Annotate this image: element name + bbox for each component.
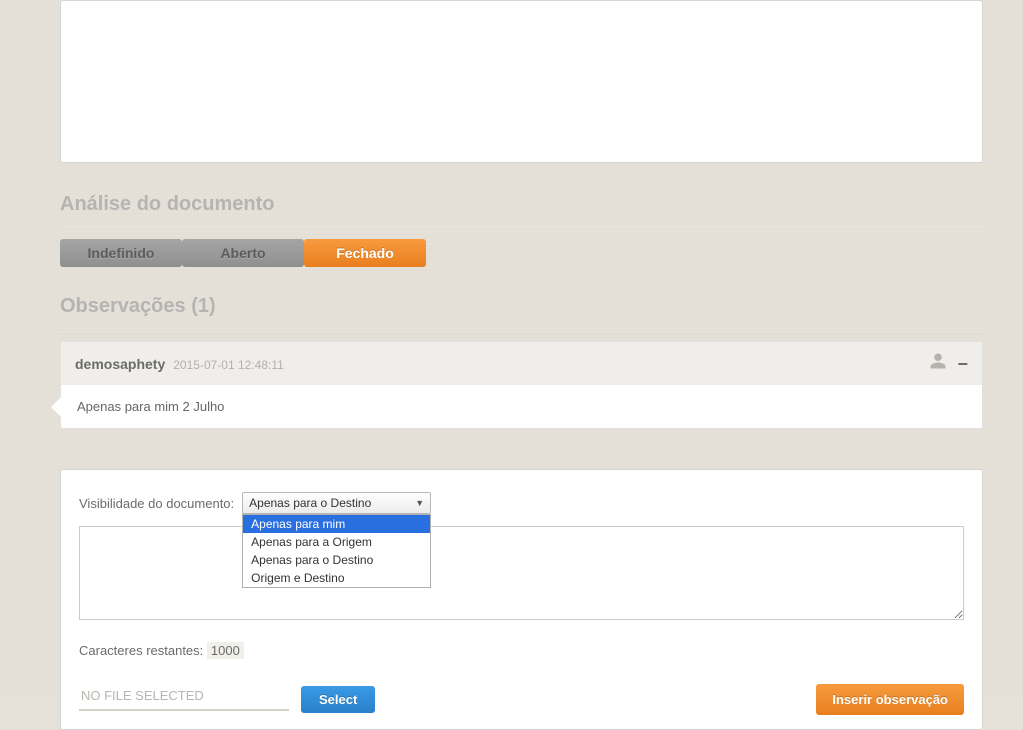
collapse-icon[interactable]: − bbox=[957, 355, 968, 373]
chevron-down-icon: ▼ bbox=[415, 498, 424, 508]
analysis-tabs: Indefinido Aberto Fechado bbox=[60, 239, 983, 267]
observation-form: Visibilidade do documento: Apenas para o… bbox=[60, 469, 983, 730]
visibility-label: Visibilidade do documento: bbox=[79, 496, 234, 511]
select-file-button[interactable]: Select bbox=[301, 686, 375, 713]
char-count: 1000 bbox=[207, 642, 244, 659]
observation-body: Apenas para mim 2 Julho bbox=[61, 385, 982, 428]
observation-card: demosaphety 2015-07-01 12:48:11 − Apenas… bbox=[60, 341, 983, 429]
tab-aberto[interactable]: Aberto bbox=[182, 239, 304, 267]
observations-divider bbox=[60, 328, 983, 329]
visibility-option-destino[interactable]: Apenas para o Destino bbox=[243, 551, 430, 569]
visibility-option-mim[interactable]: Apenas para mim bbox=[243, 515, 430, 533]
observations-title: Observações (1) bbox=[60, 295, 983, 318]
observation-text: Apenas para mim 2 Julho bbox=[77, 399, 224, 414]
visibility-option-origem[interactable]: Apenas para a Origem bbox=[243, 533, 430, 551]
visibility-dropdown: Apenas para mim Apenas para a Origem Ape… bbox=[242, 514, 431, 588]
char-label: Caracteres restantes: bbox=[79, 643, 207, 658]
observation-username: demosaphety bbox=[75, 356, 165, 372]
tab-fechado[interactable]: Fechado bbox=[304, 239, 426, 267]
observation-header: demosaphety 2015-07-01 12:48:11 − bbox=[61, 342, 982, 385]
analysis-divider bbox=[60, 226, 983, 227]
insert-observation-button[interactable]: Inserir observação bbox=[816, 684, 964, 715]
document-panel bbox=[60, 0, 983, 163]
char-remaining: Caracteres restantes: 1000 bbox=[79, 643, 964, 658]
tab-indefinido[interactable]: Indefinido bbox=[60, 239, 182, 267]
observation-textarea[interactable] bbox=[79, 526, 964, 620]
visibility-select[interactable]: Apenas para o Destino ▼ bbox=[242, 492, 431, 514]
analysis-title: Análise do documento bbox=[60, 193, 983, 216]
file-placeholder: NO FILE SELECTED bbox=[79, 688, 289, 711]
observation-timestamp: 2015-07-01 12:48:11 bbox=[173, 358, 284, 372]
visibility-selected-value: Apenas para o Destino bbox=[249, 496, 371, 510]
visibility-option-origem-destino[interactable]: Origem e Destino bbox=[243, 569, 430, 587]
user-icon bbox=[929, 352, 947, 375]
